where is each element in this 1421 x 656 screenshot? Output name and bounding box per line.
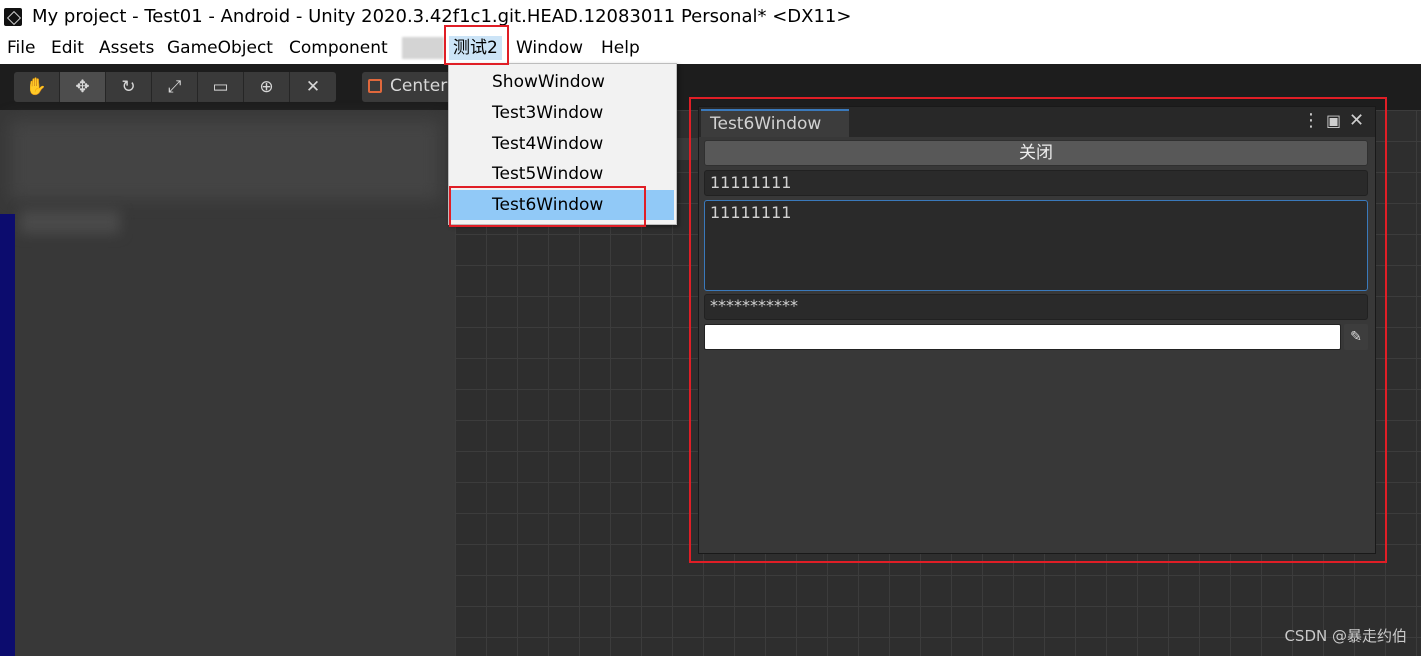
menu-file[interactable]: File [7, 38, 35, 58]
color-field[interactable] [704, 324, 1341, 350]
menu-item-test3window[interactable]: Test3Window [451, 98, 674, 128]
blurred-content [10, 120, 440, 200]
window-tab-bar: Test6Window ⋮ ▣ ✕ [699, 107, 1375, 137]
close-button[interactable]: 关闭 [704, 140, 1368, 166]
maximize-icon[interactable]: ▣ [1326, 111, 1341, 130]
close-icon[interactable]: ✕ [1349, 110, 1364, 131]
blurred-content [20, 210, 120, 234]
menu-item-test4window[interactable]: Test4Window [451, 129, 674, 159]
transform-tool-group: ✋ ✥ ↻ ⤢ ▭ ⊕ ✕ [14, 72, 336, 102]
test2-dropdown-menu: ShowWindow Test3Window Test4Window Test5… [448, 63, 677, 225]
blurred-menu-item [402, 37, 444, 59]
editor-toolbar: ✋ ✥ ↻ ⤢ ▭ ⊕ ✕ Center [0, 64, 1421, 110]
pivot-icon [368, 79, 382, 93]
pivot-toggle[interactable]: Center [362, 72, 462, 102]
menu-help[interactable]: Help [601, 38, 640, 58]
menu-edit[interactable]: Edit [51, 38, 84, 58]
text-field[interactable]: 11111111 [704, 170, 1368, 196]
menu-bar: File Edit Assets GameObject Component 测试… [0, 34, 1421, 64]
test6-window: Test6Window ⋮ ▣ ✕ 关闭 11111111 11111111 *… [698, 106, 1376, 554]
text-area[interactable]: 11111111 [704, 200, 1368, 291]
transform-tool-icon[interactable]: ⊕ [244, 72, 290, 102]
menu-item-test5window[interactable]: Test5Window [451, 159, 674, 189]
window-title: My project - Test01 - Android - Unity 20… [32, 6, 852, 27]
menu-component[interactable]: Component [289, 38, 388, 58]
menu-test2[interactable]: 测试2 [449, 36, 502, 60]
unity-logo-icon [4, 8, 22, 26]
rect-tool-icon[interactable]: ▭ [198, 72, 244, 102]
watermark: CSDN @暴走约伯 [1284, 627, 1407, 645]
more-options-icon[interactable]: ⋮ [1302, 110, 1320, 131]
password-field[interactable]: *********** [704, 294, 1368, 320]
hierarchy-panel [0, 110, 455, 656]
menu-assets[interactable]: Assets [99, 38, 154, 58]
menu-item-test6window[interactable]: Test6Window [451, 190, 674, 220]
left-edge-strip [0, 214, 15, 656]
rotate-tool-icon[interactable]: ↻ [106, 72, 152, 102]
window-tab[interactable]: Test6Window [701, 109, 849, 137]
pivot-label: Center [390, 76, 448, 96]
move-tool-icon[interactable]: ✥ [60, 72, 106, 102]
menu-window[interactable]: Window [516, 38, 583, 58]
eyedropper-icon[interactable]: ✎ [1344, 324, 1368, 350]
title-bar: My project - Test01 - Android - Unity 20… [0, 0, 1421, 34]
menu-item-showwindow[interactable]: ShowWindow [451, 67, 674, 97]
menu-gameobject[interactable]: GameObject [167, 38, 273, 58]
scale-tool-icon[interactable]: ⤢ [152, 72, 198, 102]
hand-tool-icon[interactable]: ✋ [14, 72, 60, 102]
custom-tool-icon[interactable]: ✕ [290, 72, 336, 102]
